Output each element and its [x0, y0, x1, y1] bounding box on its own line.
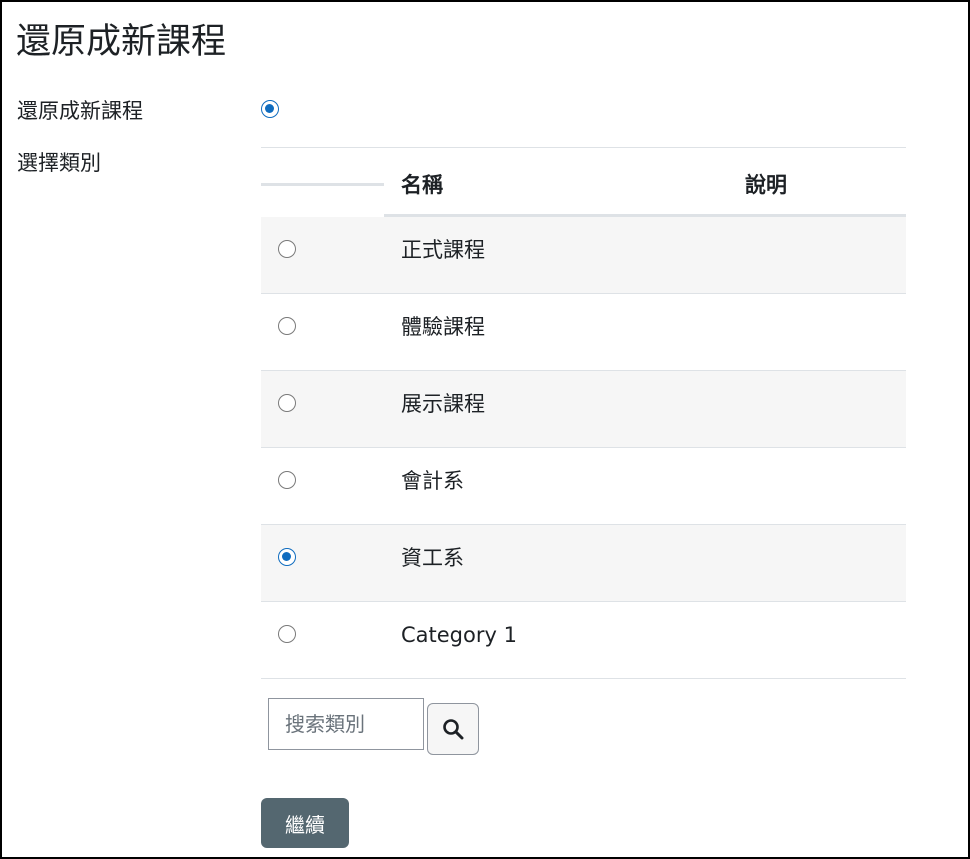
- page-title: 還原成新課程: [16, 22, 227, 62]
- table-row[interactable]: 會計系: [261, 448, 906, 525]
- continue-button[interactable]: 繼續: [261, 798, 349, 848]
- restore-panel: 還原成新課程 還原成新課程 選擇類別 名稱 說明 正式課程 體驗課程 展示課程 …: [0, 0, 970, 859]
- search-button[interactable]: [427, 703, 479, 755]
- column-header-description: 說明: [745, 173, 787, 197]
- category-name: 會計系: [401, 469, 464, 493]
- table-row[interactable]: 資工系: [261, 525, 906, 602]
- table-row[interactable]: Category 1: [261, 602, 906, 679]
- table-row[interactable]: 正式課程: [261, 217, 906, 294]
- category-radio-2[interactable]: [278, 394, 296, 412]
- restore-new-course-label: 還原成新課程: [17, 99, 143, 123]
- table-row[interactable]: 展示課程: [261, 371, 906, 448]
- category-name: 展示課程: [401, 392, 485, 416]
- category-name: 體驗課程: [401, 315, 485, 339]
- category-radio-1[interactable]: [278, 317, 296, 335]
- table-header-divider-left: [261, 183, 384, 186]
- category-radio-4[interactable]: [278, 548, 296, 566]
- table-row[interactable]: 體驗課程: [261, 294, 906, 371]
- search-icon: [443, 719, 464, 740]
- column-header-name: 名稱: [401, 173, 443, 197]
- category-name: 正式課程: [401, 238, 485, 262]
- category-name: Category 1: [401, 623, 517, 647]
- category-radio-0[interactable]: [278, 240, 296, 258]
- select-category-label: 選擇類別: [17, 151, 101, 175]
- category-table-body: 正式課程 體驗課程 展示課程 會計系 資工系 Category 1: [261, 217, 906, 679]
- table-top-divider: [261, 147, 906, 148]
- search-category-input[interactable]: [268, 698, 424, 750]
- category-radio-5[interactable]: [278, 625, 296, 643]
- category-radio-3[interactable]: [278, 471, 296, 489]
- category-name: 資工系: [401, 546, 464, 570]
- restore-new-course-radio[interactable]: [261, 100, 279, 118]
